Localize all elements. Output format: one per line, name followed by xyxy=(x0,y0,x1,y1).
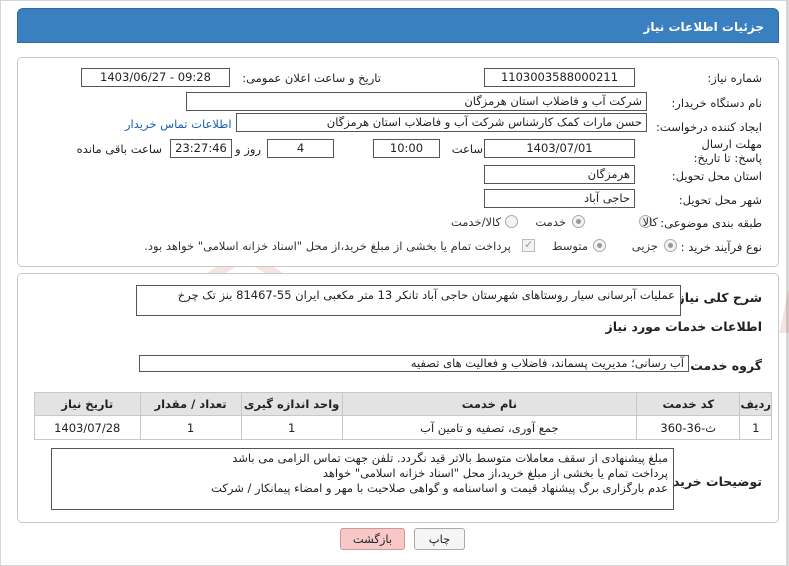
deadline-date-field[interactable]: 1403/07/01 xyxy=(484,139,635,158)
table-row[interactable]: 1 ث-36-360 جمع آوری، تصفیه و تامین آب 1 … xyxy=(34,415,772,440)
province-field[interactable]: هرمزگان xyxy=(484,165,635,184)
time-remaining-field[interactable]: 23:27:46 xyxy=(170,139,232,158)
category-label: طبقه بندی موضوعی: xyxy=(660,216,762,230)
deadline-time-field[interactable]: 10:00 xyxy=(373,139,440,158)
category-option-service: خدمت xyxy=(535,215,566,229)
province-label: استان محل تحویل: xyxy=(671,169,762,183)
deadline-time-label: ساعت xyxy=(451,142,483,156)
buyer-org-label: نام دستگاه خریدار: xyxy=(671,96,762,110)
time-remaining-label: ساعت باقی مانده xyxy=(76,142,162,156)
creator-label: ایجاد کننده درخواست: xyxy=(656,120,762,134)
service-group-label: گروه خدمت: xyxy=(685,358,762,373)
category-option-goods-service: کالا/خدمت xyxy=(450,215,501,229)
announce-datetime-label: تاریخ و ساعت اعلان عمومی: xyxy=(242,71,381,85)
buyer-contact-link[interactable]: اطلاعات تماس خریدار xyxy=(125,117,232,131)
payment-treasury-checkbox[interactable] xyxy=(522,238,535,252)
back-button[interactable]: بازگشت xyxy=(340,528,405,550)
category-radio-goods-service[interactable] xyxy=(505,215,518,228)
page-title: جزئیات اطلاعات نیاز xyxy=(643,20,764,34)
need-info-panel xyxy=(17,57,779,267)
days-remaining-field[interactable]: 4 xyxy=(267,139,334,158)
payment-treasury-note: پرداخت تمام یا بخشی از مبلغ خرید،از محل … xyxy=(144,239,511,253)
col-row-header: ردیف xyxy=(739,392,772,416)
city-label: شهر محل تحویل: xyxy=(678,193,762,207)
buyer-notes-field[interactable]: مبلغ پیشنهادی از سقف معاملات متوسط بالات… xyxy=(51,448,674,510)
print-button[interactable]: چاپ xyxy=(414,528,465,550)
days-label: روز و xyxy=(235,142,261,156)
need-summary-label: شرح کلی نیاز: xyxy=(672,290,762,305)
col-unit-header: واحد اندازه گیری xyxy=(240,392,343,416)
need-number-field[interactable]: 1103003588000211 xyxy=(484,68,635,87)
buyer-note-line: پرداخت تمام یا بخشی از مبلغ خرید،از محل … xyxy=(322,466,668,480)
process-option-medium: متوسط xyxy=(551,239,588,253)
cell-unit: 1 xyxy=(240,415,343,440)
cell-name: جمع آوری، تصفیه و تامین آب xyxy=(341,415,638,440)
process-label: نوع فرآیند خرید : xyxy=(680,240,762,254)
service-group-field[interactable]: آب رسانی؛ مدیریت پسماند، فاضلاب و فعالیت… xyxy=(139,355,689,372)
col-code-header: کد خدمت xyxy=(636,392,741,416)
col-name-header: نام خدمت xyxy=(341,392,638,416)
process-option-partial: جزیی xyxy=(631,239,658,253)
buyer-note-line: مبلغ پیشنهادی از سقف معاملات متوسط بالات… xyxy=(232,451,668,465)
cell-code: ث-36-360 xyxy=(636,415,741,440)
city-field[interactable]: حاجی آباد xyxy=(484,189,635,208)
process-radio-partial[interactable] xyxy=(664,239,677,252)
cell-qty: 1 xyxy=(139,415,242,440)
buyer-org-field[interactable]: شرکت آب و فاضلاب استان هرمزگان xyxy=(186,92,647,111)
cell-date: 1403/07/28 xyxy=(34,415,141,440)
col-date-header: تاریخ نیاز xyxy=(34,392,141,416)
need-summary-field[interactable]: عملیات آبرسانی سیار روستاهای شهرستان حاج… xyxy=(136,285,681,316)
services-table-header: ردیف کد خدمت نام خدمت واحد اندازه گیری ت… xyxy=(34,392,772,416)
need-number-label: شماره نیاز: xyxy=(707,71,762,85)
category-option-goods: کالا xyxy=(642,215,658,229)
col-qty-header: تعداد / مقدار xyxy=(139,392,242,416)
creator-field[interactable]: حسن مارات کمک کارشناس شرکت آب و فاضلاب ا… xyxy=(236,113,647,132)
deadline-label: مهلت ارسال پاسخ: تا تاریخ: xyxy=(693,137,762,165)
cell-row: 1 xyxy=(739,415,772,440)
page-header: جزئیات اطلاعات نیاز xyxy=(17,8,779,43)
services-section-title: اطلاعات خدمات مورد نیاز xyxy=(605,319,763,334)
announce-datetime-field[interactable]: 1403/06/27 - 09:28 xyxy=(81,68,230,87)
buyer-note-line: عدم بارگزاری برگ پیشنهاد قیمت و اساسنامه… xyxy=(211,481,668,495)
process-radio-medium[interactable] xyxy=(593,239,606,252)
category-radio-service[interactable] xyxy=(572,215,585,228)
services-table: ردیف کد خدمت نام خدمت واحد اندازه گیری ت… xyxy=(34,392,772,440)
